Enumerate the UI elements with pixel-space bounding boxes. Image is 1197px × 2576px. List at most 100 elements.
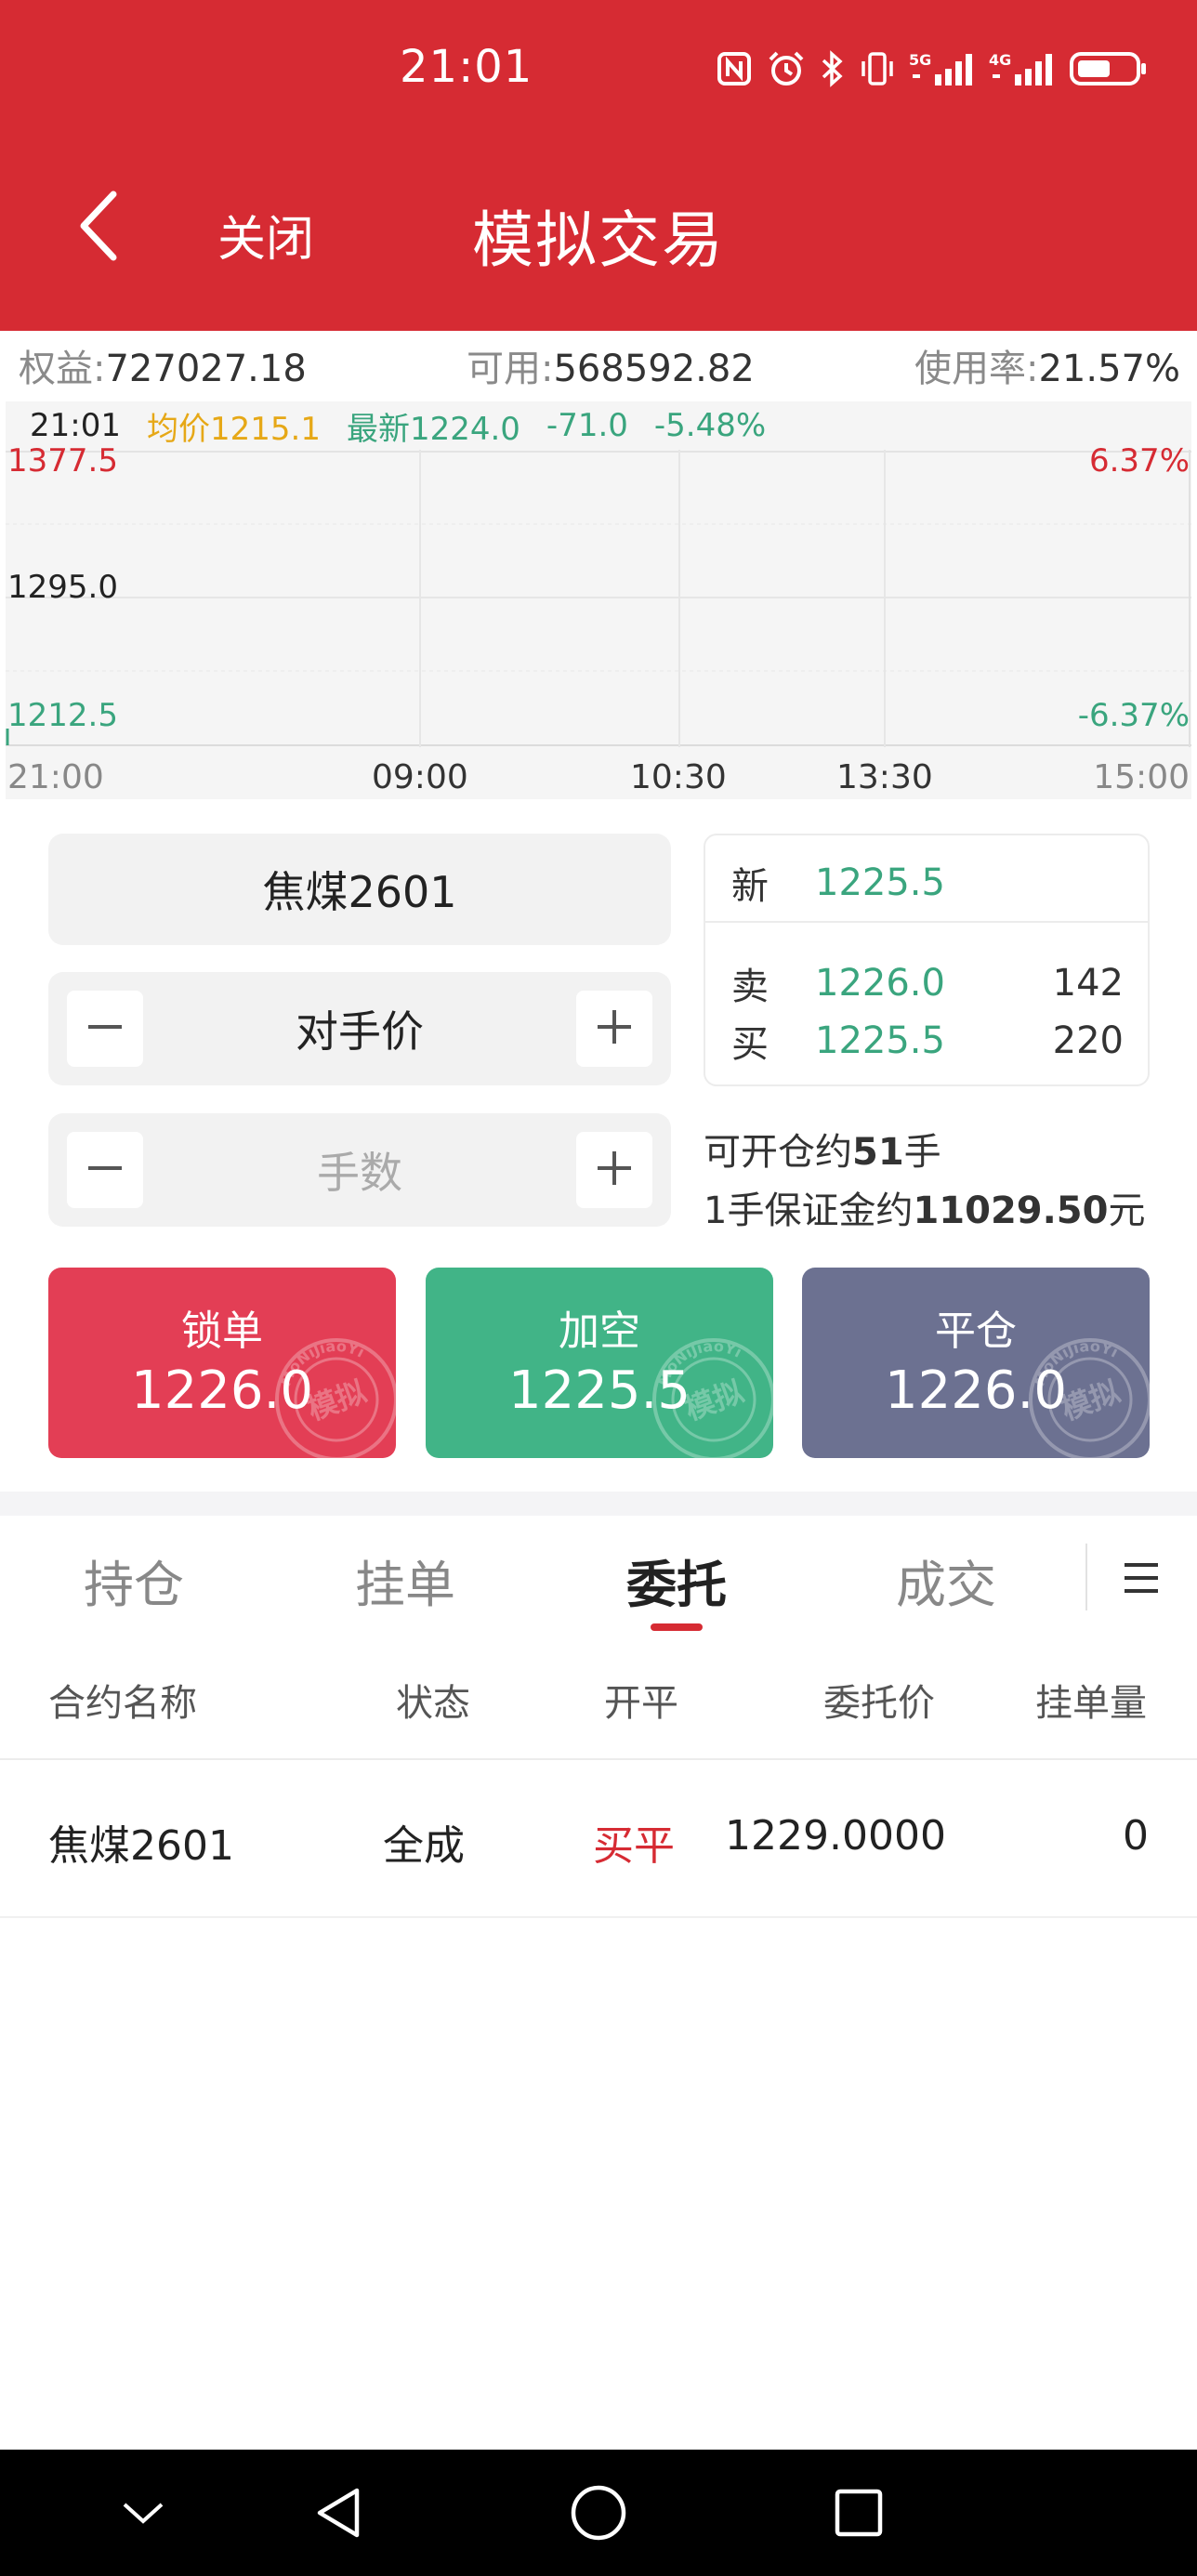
account-summary: 权益: 727027.18 可用: 568592.82 使用率: 21.57% xyxy=(0,331,1197,400)
svg-text:4G: 4G xyxy=(989,51,1011,69)
lots-minus-button[interactable] xyxy=(67,1132,143,1208)
cell-pending-qty: 0 xyxy=(1123,1812,1149,1860)
cell-contract: 焦煤2601 xyxy=(48,1822,234,1870)
quote-latest-row: 新 1225.5 xyxy=(731,856,1124,910)
col-order-price: 委托价 xyxy=(823,1682,935,1725)
quote-latest-price: 1225.5 xyxy=(815,861,945,904)
active-tab-indicator xyxy=(651,1623,703,1631)
lots-plus-button[interactable] xyxy=(576,1132,652,1208)
status-time: 21:01 xyxy=(400,41,533,93)
y-label-low: 1212.5 xyxy=(7,697,118,734)
openable-suffix: 手 xyxy=(903,1131,941,1174)
openable-prefix: 可开仓约 xyxy=(704,1131,852,1174)
x-tick-label: 10:30 xyxy=(630,758,727,796)
available-funds: 可用: 568592.82 xyxy=(467,338,755,392)
openable-value: 51 xyxy=(852,1131,904,1174)
col-pending-qty: 挂单量 xyxy=(1035,1682,1147,1725)
contract-selector[interactable]: 焦煤2601 xyxy=(48,834,671,945)
nav-recents-button[interactable] xyxy=(822,2477,896,2552)
watermark-stamp-icon: MoNiJiaoYi 模拟 xyxy=(275,1337,396,1458)
price-stepper: 对手价 xyxy=(48,972,671,1085)
usage-label: 使用率: xyxy=(914,348,1039,390)
page-title: 模拟交易 xyxy=(472,204,725,276)
intraday-chart[interactable]: 21:01 均价1215.1 最新1224.0 -71.0 -5.48% 137… xyxy=(6,401,1191,799)
margin-prefix: 1手保证金约 xyxy=(704,1189,914,1232)
nfc-icon xyxy=(716,50,753,87)
plus-icon xyxy=(594,1006,635,1051)
chart-latest-price: 最新1224.0 xyxy=(346,410,520,448)
pct-label-high: 6.37% xyxy=(1088,442,1190,480)
svg-text:5G: 5G xyxy=(909,51,931,69)
chart-time: 21:01 xyxy=(30,407,121,444)
tab-divider xyxy=(1085,1544,1087,1610)
x-tick-label: 15:00 xyxy=(1093,758,1190,796)
menu-button[interactable] xyxy=(1119,1557,1164,1598)
watermark-stamp-icon: MoNiJiaoYi 模拟 xyxy=(652,1337,773,1458)
battery-icon xyxy=(1069,48,1149,89)
margin-per-lot: 1手保证金约11029.50元 xyxy=(704,1180,1145,1234)
watermark-center-text: 模拟 xyxy=(1057,1373,1125,1427)
chart-change: -71.0 xyxy=(546,407,628,444)
margin-value: 11029.50 xyxy=(913,1189,1109,1232)
orders-table-header: 合约名称 状态 开平 委托价 挂单量 xyxy=(0,1654,1197,1738)
system-nav-bar xyxy=(0,2450,1197,2576)
x-axis: 21:00 09:00 10:30 13:30 15:00 xyxy=(6,747,1191,799)
tab-positions[interactable]: 持仓 xyxy=(84,1544,184,1617)
watermark-center-text: 模拟 xyxy=(680,1373,748,1427)
quote-bid-row[interactable]: 买 1225.5 220 xyxy=(731,1014,1124,1068)
short-button[interactable]: 加空 1225.5 MoNiJiaoYi 模拟 xyxy=(426,1268,773,1458)
nav-home-button[interactable] xyxy=(561,2477,636,2552)
menu-icon xyxy=(1119,1563,1164,1602)
lock-button[interactable]: 锁单 1226.0 MoNiJiaoYi 模拟 xyxy=(48,1268,396,1458)
watermark-stamp-icon: MoNiJiaoYi 模拟 xyxy=(1029,1337,1150,1458)
y-label-mid: 1295.0 xyxy=(7,569,118,606)
quote-ask-volume: 142 xyxy=(1052,962,1124,1005)
row-divider xyxy=(0,1916,1197,1918)
quote-ask-price: 1226.0 xyxy=(815,962,945,1005)
plus-icon xyxy=(594,1148,635,1192)
quote-divider xyxy=(705,921,1148,923)
usage-rate: 使用率: 21.57% xyxy=(914,338,1180,392)
collapse-button[interactable] xyxy=(106,2477,180,2552)
nav-back-button[interactable] xyxy=(301,2477,375,2552)
status-icons: 5G 4G xyxy=(716,48,1149,89)
bluetooth-icon xyxy=(820,48,846,89)
back-triangle-icon xyxy=(312,2485,364,2544)
col-open-close: 开平 xyxy=(604,1682,678,1725)
price-plus-button[interactable] xyxy=(576,991,652,1067)
signal-5g-icon: 5G xyxy=(909,48,976,89)
tab-bar: 持仓 挂单 委托 成交 xyxy=(0,1516,1197,1636)
quote-ask-row[interactable]: 卖 1226.0 142 xyxy=(731,956,1124,1010)
signal-4g-icon: 4G xyxy=(989,48,1056,89)
quote-ask-label: 卖 xyxy=(731,966,769,1008)
minus-icon xyxy=(85,1006,125,1051)
chart-avg-price: 均价1215.1 xyxy=(146,410,321,448)
minus-icon xyxy=(85,1148,125,1192)
tab-trades[interactable]: 成交 xyxy=(896,1544,996,1617)
chart-change-pct: -5.48% xyxy=(653,407,767,444)
tab-pending[interactable]: 挂单 xyxy=(355,1544,455,1617)
chart-plot-area xyxy=(6,450,1191,747)
recents-square-icon xyxy=(833,2487,885,2543)
lots-stepper: 手数 xyxy=(48,1113,671,1227)
x-tick-label: 13:30 xyxy=(836,758,933,796)
home-circle-icon xyxy=(570,2484,627,2545)
quote-panel: 新 1225.5 卖 1226.0 142 买 1225.5 220 xyxy=(704,834,1150,1086)
close-position-button[interactable]: 平仓 1226.0 MoNiJiaoYi 模拟 xyxy=(802,1268,1150,1458)
watermark-center-text: 模拟 xyxy=(303,1373,371,1427)
tab-orders[interactable]: 委托 xyxy=(626,1544,727,1617)
section-separator xyxy=(0,1492,1197,1516)
quote-latest-label: 新 xyxy=(731,865,769,908)
available-value: 568592.82 xyxy=(553,348,755,390)
cell-status: 全成 xyxy=(383,1822,465,1870)
col-status: 状态 xyxy=(396,1682,470,1725)
table-row[interactable]: 焦煤2601 全成 买平 1229.0000 0 xyxy=(0,1760,1197,1916)
price-minus-button[interactable] xyxy=(67,991,143,1067)
alarm-icon xyxy=(766,48,807,89)
quote-bid-price: 1225.5 xyxy=(815,1019,945,1062)
app-header: 21:01 5G 4G 关闭 模拟交易 xyxy=(0,0,1197,331)
col-contract: 合约名称 xyxy=(48,1682,197,1725)
x-tick-label: 09:00 xyxy=(372,758,468,796)
y-label-high: 1377.5 xyxy=(7,442,118,480)
openable-lots: 可开仓约51手 xyxy=(704,1122,941,1176)
